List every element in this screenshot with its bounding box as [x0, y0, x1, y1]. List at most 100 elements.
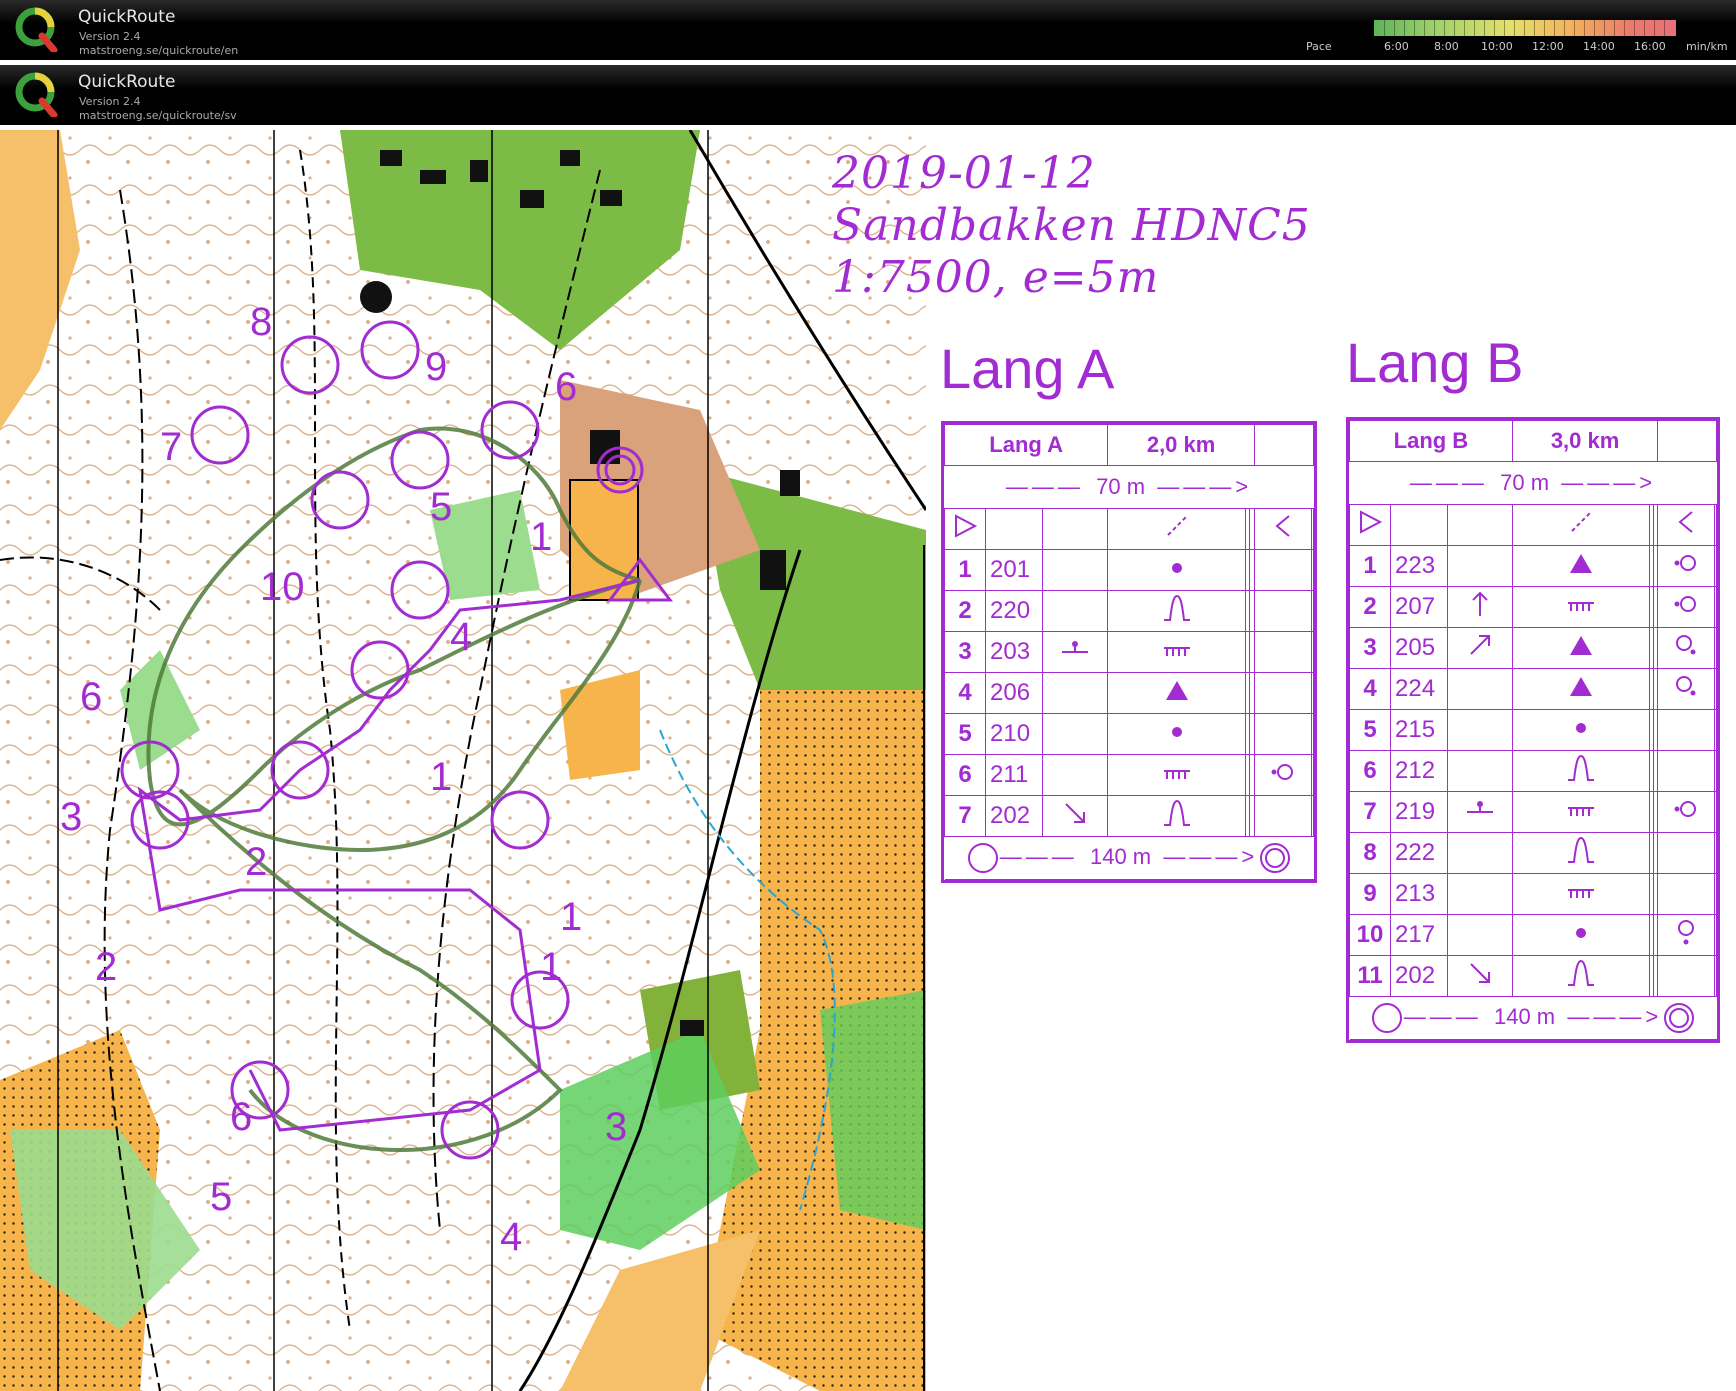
course-header-row: Lang A 2,0 km	[943, 424, 1315, 466]
control-row: 1 223	[1349, 545, 1718, 587]
control-sequence: 1	[944, 549, 986, 591]
course-name: Lang A	[943, 424, 1109, 466]
course-length: 3,0 km	[1511, 420, 1659, 462]
control-location-side-icon	[1674, 554, 1696, 571]
app-version: Version 2.4	[79, 95, 141, 108]
knoll-dot-icon	[1575, 928, 1586, 938]
control-sequence: 5	[944, 713, 986, 755]
control-code: 211	[985, 754, 1043, 796]
map-control-number: 7	[160, 425, 182, 469]
control-location-below-icon	[1678, 919, 1694, 944]
control-row: 11 202	[1349, 955, 1718, 997]
course-b-description-sheet: Lang B 3,0 km ——— 70 m ———> 1 223 2 207 3 205 4 22…	[1346, 417, 1720, 1043]
knoll-dot-icon	[1171, 727, 1182, 737]
control-code: 205	[1390, 627, 1448, 669]
depression-bell-icon	[1163, 799, 1190, 826]
arrow-northeast-icon	[1470, 634, 1490, 655]
control-row: 7 219	[1349, 791, 1718, 833]
pace-tick: 16:00	[1634, 40, 1666, 53]
depression-bell-icon	[1567, 754, 1594, 781]
control-code: 203	[985, 631, 1043, 673]
start-row	[944, 508, 1315, 550]
orienteering-map[interactable]: 8 9 6 7 5 1 10 4 6 3 2 1 1 1 2 3 5 4 6	[0, 130, 926, 1391]
start-distance-row: ——— 70 m ———>	[944, 465, 1314, 509]
control-code: 217	[1390, 914, 1448, 956]
map-control-number: 3	[60, 795, 82, 839]
control-row: 3 205	[1349, 627, 1718, 669]
control-row: 2 220	[944, 590, 1315, 632]
map-control-number: 2	[245, 840, 267, 884]
course-header-row: Lang B 3,0 km	[1349, 420, 1717, 462]
control-sequence: 1	[1349, 545, 1391, 587]
app-url[interactable]: matstroeng.se/quickroute/sv	[79, 109, 237, 122]
boulder-triangle-icon	[1165, 680, 1188, 700]
quickroute-logo-icon	[15, 72, 58, 117]
map-control-number: 1	[560, 895, 582, 939]
finish-double-circle-icon	[1664, 1003, 1695, 1033]
arrow-southeast-icon	[1065, 802, 1086, 823]
pace-tick: 12:00	[1532, 40, 1564, 53]
boulder-triangle-icon	[1569, 676, 1592, 696]
control-location-diagonal-icon	[1676, 675, 1696, 695]
control-row: 5 210	[944, 713, 1315, 755]
app-url[interactable]: matstroeng.se/quickroute/en	[79, 44, 238, 57]
depression-bell-icon	[1567, 836, 1594, 863]
start-slash-icon	[1166, 515, 1187, 536]
wall-comb-icon	[1163, 647, 1190, 656]
course-name: Lang B	[1349, 420, 1513, 462]
control-row: 9 213	[1349, 873, 1718, 915]
control-code: 212	[1390, 750, 1448, 792]
depression-bell-icon	[1567, 959, 1594, 986]
map-control-number: 10	[260, 565, 305, 609]
control-code: 210	[985, 713, 1043, 755]
finish-start-circle-icon	[1371, 1003, 1402, 1033]
start-distance-row: ——— 70 m ———>	[1349, 461, 1717, 505]
map-control-number: 6	[555, 365, 577, 409]
control-location-side-icon	[1674, 595, 1696, 612]
start-row	[1349, 504, 1718, 546]
map-control-number: 2	[95, 945, 117, 989]
map-canvas[interactable]: 8 9 6 7 5 1 10 4 6 3 2 1 1 1 2 3 5 4 6	[0, 130, 926, 1391]
course-b-heading: Lang B	[1346, 331, 1524, 394]
finish-distance: 140 m	[1089, 843, 1152, 869]
control-sequence: 8	[1349, 832, 1391, 874]
control-sequence: 5	[1349, 709, 1391, 751]
control-code: 206	[985, 672, 1043, 714]
control-row: 6 211	[944, 754, 1315, 796]
map-control-number: 1	[430, 755, 452, 799]
pace-tick: 10:00	[1481, 40, 1513, 53]
map-control-number: 1	[540, 945, 562, 989]
quickroute-header-1: QuickRoute Version 2.4 matstroeng.se/qui…	[0, 0, 1736, 60]
map-title: 2019-01-12 Sandbakken HDNC5 1:7500, e=5m	[832, 148, 1311, 304]
pace-legend: Pace 6:00 8:00 10:00 12:00 14:00 16:00 m…	[1306, 18, 1728, 58]
control-row: 5 215	[1349, 709, 1718, 751]
quickroute-header-2: QuickRoute Version 2.4 matstroeng.se/qui…	[0, 65, 1736, 125]
map-control-number: 5	[210, 1175, 232, 1219]
pace-tick: 8:00	[1434, 40, 1459, 53]
control-code: 224	[1390, 668, 1448, 710]
control-code: 213	[1390, 873, 1448, 915]
app-name: QuickRoute	[78, 7, 176, 27]
control-code: 222	[1390, 832, 1448, 874]
control-row: 3 203	[944, 631, 1315, 673]
start-angle-icon	[1275, 514, 1290, 537]
arrow-north-icon	[1472, 591, 1488, 616]
control-row: 2 207	[1349, 586, 1718, 628]
control-code: 223	[1390, 545, 1448, 587]
control-row: 6 212	[1349, 750, 1718, 792]
control-sequence: 11	[1349, 955, 1391, 997]
start-slash-icon	[1570, 511, 1591, 532]
depression-bell-icon	[1163, 594, 1190, 621]
control-row: 1 201	[944, 549, 1315, 591]
control-sequence: 7	[1349, 791, 1391, 833]
wall-comb-icon	[1567, 602, 1594, 611]
start-triangle-icon	[1360, 509, 1383, 534]
control-row: 7 202	[944, 795, 1315, 837]
control-sequence: 6	[1349, 750, 1391, 792]
quickroute-logo-icon	[15, 7, 58, 52]
wall-comb-icon	[1567, 889, 1594, 898]
map-control-number: 6	[230, 1095, 252, 1139]
pace-unit: min/km	[1686, 40, 1728, 53]
control-sequence: 3	[1349, 627, 1391, 669]
course-a-description-sheet: Lang A 2,0 km ——— 70 m ———> 1 201 2 220 3 203 4 20…	[941, 421, 1317, 883]
